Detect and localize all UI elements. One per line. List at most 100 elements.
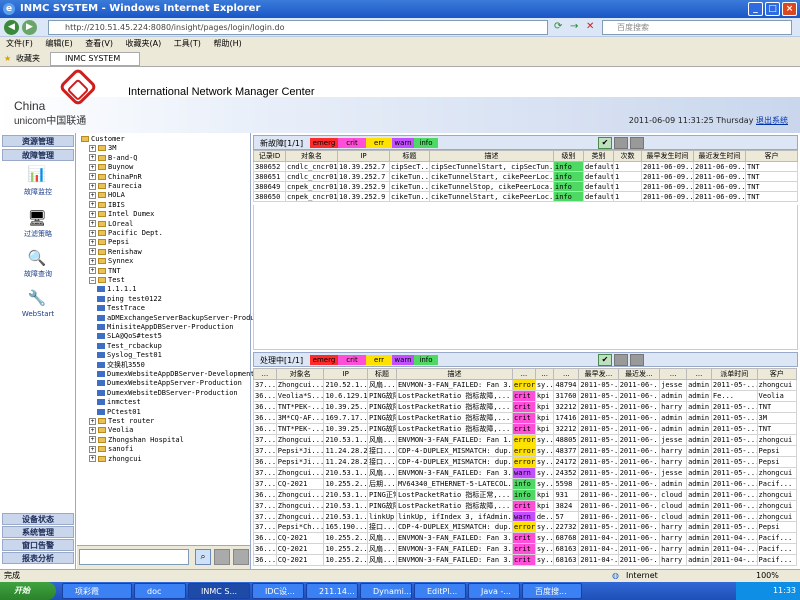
tree-device-node[interactable]: DumexWebsiteAppServer-Production <box>97 379 242 388</box>
proc-level-err-badge[interactable]: err <box>366 355 392 365</box>
processing-row[interactable]: 36... Pepsi*Ji... 11.24.28.25 接口... CDP-4-DU… <box>253 456 798 468</box>
tree-device-node[interactable]: inmctest <box>97 398 141 407</box>
tree-folder-node[interactable]: + ChinaPnR <box>89 173 142 182</box>
processing-row[interactable]: 36...Zhongcui...210.53.1...PING正常LostPac… <box>253 489 798 501</box>
column-header[interactable]: 级别 <box>553 150 584 162</box>
expand-icon[interactable]: + <box>89 173 96 181</box>
column-header[interactable]: 客户 <box>756 368 798 380</box>
panel-action-button-2[interactable] <box>630 137 644 149</box>
column-header[interactable]: 描述 <box>429 150 554 162</box>
tab-inmc[interactable]: INMC SYSTEM <box>50 52 140 66</box>
column-header[interactable]: 标题 <box>366 368 397 380</box>
tree-device-node[interactable]: Syslog_Test01 <box>97 351 162 360</box>
tree-device-node[interactable]: 1.1.1.1 <box>97 285 137 294</box>
proc-level-emerg-badge[interactable]: emerg <box>310 355 338 365</box>
expand-icon[interactable]: + <box>89 436 96 444</box>
level-warn-badge[interactable]: warn <box>392 138 414 148</box>
proc-level-info-badge[interactable]: info <box>414 355 438 365</box>
expand-icon[interactable]: + <box>89 455 96 463</box>
alarm-monitor-icon[interactable]: 📊 <box>23 161 51 187</box>
filter-policy-icon[interactable]: 🖥 <box>23 205 51 231</box>
level-err-badge[interactable]: err <box>366 138 392 148</box>
processing-row[interactable]: 36...3M*CQ-AF...169.7.17...PING故障LostPac… <box>253 412 798 424</box>
proc-action-button[interactable] <box>614 354 628 366</box>
expand-icon[interactable]: + <box>89 220 96 228</box>
webstart-icon[interactable]: 🔧 <box>23 285 51 311</box>
tree-folder-node[interactable]: + TNT <box>89 267 121 276</box>
column-header[interactable]: IP <box>323 368 368 380</box>
expand-icon[interactable]: + <box>89 445 96 453</box>
taskbar-item[interactable]: EditPl... <box>414 583 466 599</box>
processing-row[interactable]: 36...TNT*PEK-...10.39.25...PING故障LostPac… <box>253 401 798 413</box>
expand-icon[interactable]: + <box>89 210 96 218</box>
level-info-badge[interactable]: info <box>414 138 438 148</box>
start-button[interactable]: 开始 <box>0 582 56 600</box>
column-header[interactable]: 类别 <box>583 150 614 162</box>
taskbar-item[interactable]: Dynami... <box>360 583 412 599</box>
column-header[interactable]: 对象名 <box>275 368 325 380</box>
tree-folder-node[interactable]: + Pepsi <box>89 238 129 247</box>
tree-folder-node[interactable]: + zhongcui <box>89 455 142 464</box>
tree-folder-node[interactable]: + sanofi <box>89 445 133 454</box>
taskbar-item[interactable]: 211.14... <box>306 583 358 599</box>
expand-icon[interactable]: + <box>89 267 96 275</box>
proc-action-button-2[interactable] <box>630 354 644 366</box>
expand-icon[interactable]: + <box>89 154 96 162</box>
expand-icon[interactable]: + <box>89 182 96 190</box>
column-header[interactable]: 最近发生时间 <box>693 150 746 162</box>
tree-device-node[interactable]: PCtest01 <box>97 408 141 417</box>
processing-row[interactable]: 37... Zhongcui... 210.53.1... 风扇... ENVMON-3… <box>253 467 798 479</box>
column-header[interactable]: 描述 <box>395 368 514 380</box>
taskbar-item[interactable]: 百度搜... <box>522 583 582 599</box>
processing-row[interactable]: 36...Veolia*S...10.6.129.1PING故障LostPack… <box>253 390 798 402</box>
nav-section-resources[interactable]: 资源管理 <box>2 135 74 147</box>
tree-folder-node[interactable]: + Buynow <box>89 163 133 172</box>
processing-row[interactable]: 37... Pepsi*Ch... 165.190... 接口... CDP-4-DUP… <box>253 521 798 533</box>
processing-row[interactable]: 37...Zhongcui...210.53.1...PING故障LostPac… <box>253 500 798 512</box>
column-header[interactable]: IP <box>337 150 390 162</box>
menu-help[interactable]: 帮助(H) <box>213 39 241 48</box>
processing-row[interactable]: 37... Zhongcui... 210.53.1... 风扇... ENVMON-3… <box>253 434 798 446</box>
nav-section-system[interactable]: 系统管理 <box>2 526 74 538</box>
tree-folder-node[interactable]: + HOLA <box>89 191 125 200</box>
back-icon[interactable]: ◀ <box>4 20 19 35</box>
nav-item-fault-query[interactable]: 故障查询 <box>0 269 76 279</box>
column-header[interactable]: 记录ID <box>253 150 286 162</box>
nav-section-faults[interactable]: 故障管理 <box>2 149 74 161</box>
tree-folder-node[interactable]: +3M <box>89 144 116 153</box>
taskbar-item[interactable]: Java -... <box>468 583 520 599</box>
close-button[interactable]: × <box>782 2 797 16</box>
level-crit-badge[interactable]: crit <box>338 138 366 148</box>
minimize-button[interactable]: _ <box>748 2 763 16</box>
expand-icon[interactable]: + <box>89 144 96 152</box>
maximize-button[interactable]: □ <box>765 2 780 16</box>
level-emerg-badge[interactable]: emerg <box>310 138 338 148</box>
processing-row[interactable]: 36... CQ-2021 10.255.2... 风扇... ENVMON-3-FAN… <box>253 532 798 544</box>
tree-folder-node[interactable]: + Intel Dumex <box>89 210 154 219</box>
tree-device-node[interactable]: SLA@QoS#test5 <box>97 332 162 341</box>
processing-row[interactable]: 36... CQ-2021 10.255.2... 风扇... ENVMON-3-FAN… <box>253 554 798 566</box>
expand-icon[interactable]: + <box>89 417 96 425</box>
column-header[interactable]: ... <box>253 368 277 380</box>
refresh-icon[interactable]: ⟳ <box>554 21 562 32</box>
expand-icon[interactable]: + <box>89 191 96 199</box>
panel-action-button[interactable] <box>614 137 628 149</box>
tree-device-node[interactable]: aDMExchangeServerBackupServer-Produc <box>97 314 259 323</box>
column-header[interactable]: ... <box>553 368 580 380</box>
logout-link[interactable]: 退出系统 <box>756 116 788 125</box>
new-fault-row[interactable]: 380650 cnpek_cncr01 10.39.252.9 cikeTun... c… <box>253 191 798 202</box>
tree-device-node[interactable]: 交换机3550 <box>97 361 145 370</box>
taskbar-item[interactable]: INMC S... <box>188 583 250 599</box>
tree-folder-node[interactable]: − Test <box>89 276 125 285</box>
menu-edit[interactable]: 编辑(E) <box>45 39 72 48</box>
processing-row[interactable]: 37... Pepsi*Ji... 11.24.28.21 接口... CDP-4-DU… <box>253 445 798 457</box>
tree-device-node[interactable]: Test_rcbackup <box>97 342 162 351</box>
nav-section-window-alarm[interactable]: 窗口告警 <box>2 539 74 551</box>
expand-icon[interactable]: + <box>89 201 96 209</box>
column-header[interactable]: 标题 <box>389 150 430 162</box>
expand-icon[interactable]: + <box>89 257 96 265</box>
tree-folder-node[interactable]: + Synnex <box>89 257 133 266</box>
column-header[interactable]: 次数 <box>613 150 642 162</box>
expand-icon[interactable]: + <box>89 248 96 256</box>
column-header[interactable]: 最早发生时间 <box>641 150 694 162</box>
